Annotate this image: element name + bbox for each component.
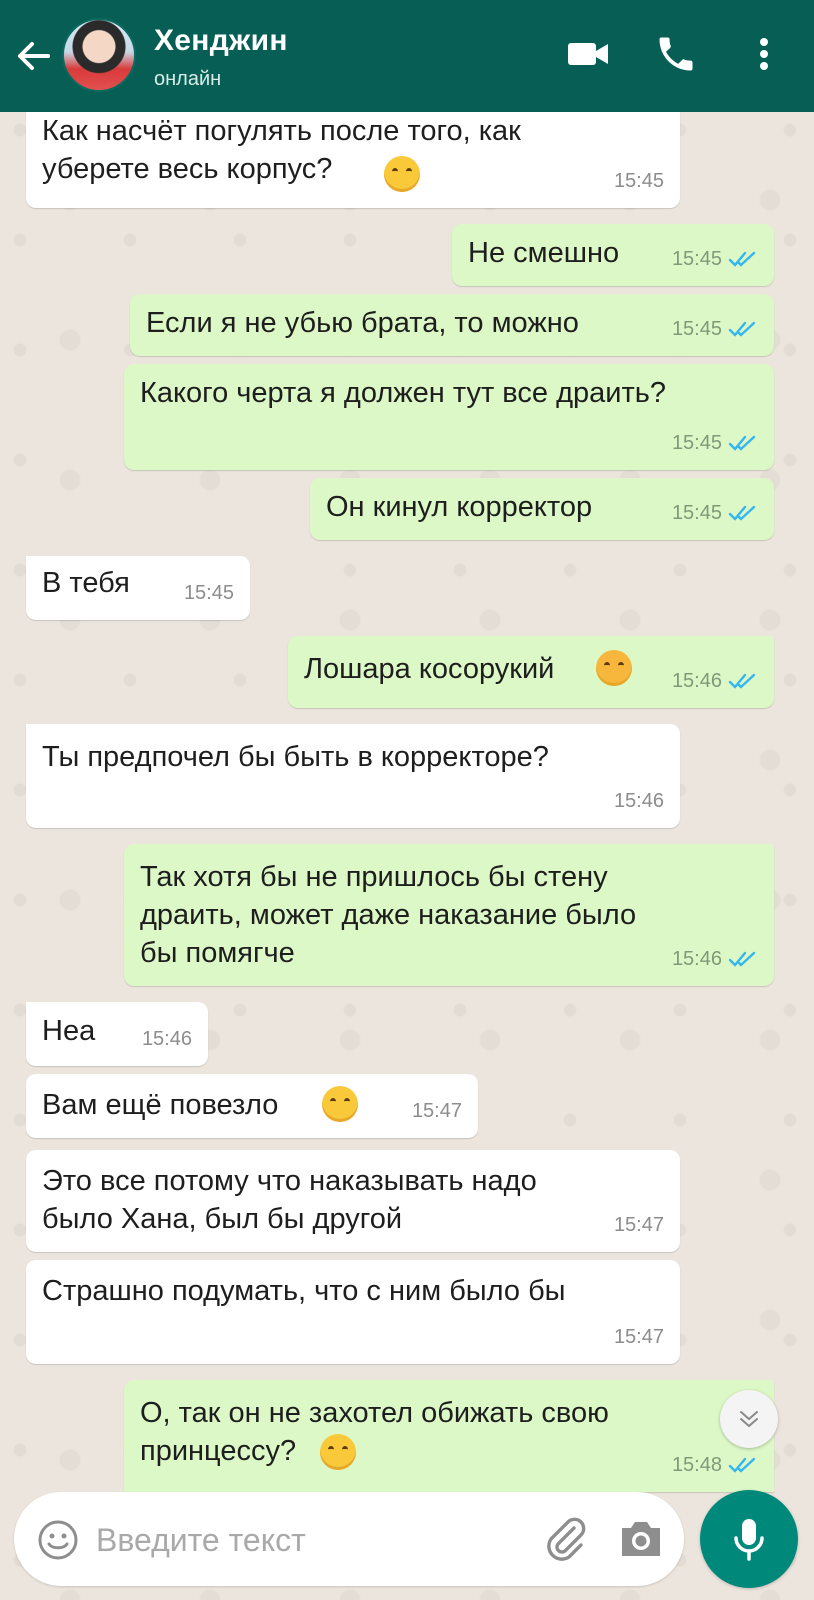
message-text: Если я не убью брата, то можно	[146, 307, 579, 339]
message-time: 15:46	[672, 940, 758, 978]
message-time: 15:47	[613, 1214, 664, 1236]
double-check-icon	[728, 251, 756, 267]
message-outgoing[interactable]: Не смешно 15:45	[452, 224, 774, 286]
message-text: Это все потому что наказывать надо было …	[42, 1165, 537, 1235]
chevron-down-icon	[740, 1411, 758, 1428]
message-input[interactable]	[94, 1516, 518, 1564]
message-incoming[interactable]: Неа 15:46	[26, 1002, 208, 1066]
video-call-icon[interactable]	[566, 32, 610, 76]
message-time: 15:45	[672, 494, 758, 532]
message-text: Вам ещё повезло	[42, 1089, 287, 1121]
message-outgoing[interactable]: Если я не убью брата, то можно 15:45	[130, 294, 774, 356]
message-incoming[interactable]: Это все потому что наказывать надо было …	[26, 1150, 680, 1252]
double-check-icon	[728, 951, 756, 967]
message-time: 15:45	[672, 240, 758, 278]
message-composer	[14, 1492, 684, 1586]
message-incoming[interactable]: Как насчёт погулять после того, как убер…	[26, 104, 680, 208]
message-time: 15:47	[411, 1100, 462, 1122]
message-incoming[interactable]: Вам ещё повезло 15:47	[26, 1074, 478, 1138]
back-arrow-icon[interactable]	[14, 34, 54, 78]
relieved-emoji-icon	[320, 1434, 356, 1470]
camera-icon[interactable]	[618, 1518, 664, 1560]
joy-emoji-icon	[384, 156, 420, 192]
double-check-icon	[728, 321, 756, 337]
message-incoming[interactable]: Страшно подумать, что с ним было бы 15:4…	[26, 1260, 680, 1364]
message-outgoing[interactable]: Так хотя бы не пришлось бы стену драить,…	[124, 844, 774, 986]
triumph-emoji-icon	[596, 650, 632, 686]
smiley-icon[interactable]	[36, 1518, 80, 1562]
message-time: 15:46	[141, 1028, 192, 1050]
message-time: 15:46	[672, 662, 758, 700]
message-text: Страшно подумать, что с ним было бы	[42, 1275, 566, 1307]
message-outgoing[interactable]: Он кинул корректор 15:45	[310, 478, 774, 540]
message-outgoing[interactable]: О, так он не захотел обижать свою принце…	[124, 1380, 774, 1492]
message-outgoing[interactable]: Какого черта я должен тут все драить? 15…	[124, 364, 774, 470]
double-check-icon	[728, 505, 756, 521]
double-check-icon	[728, 1457, 756, 1473]
message-time: 15:48	[672, 1446, 758, 1484]
message-text: Ты предпочел бы быть в корректоре?	[42, 741, 549, 773]
contact-status: онлайн	[154, 68, 222, 90]
message-incoming[interactable]: В тебя 15:45	[26, 556, 250, 620]
chat-header: Хенджин онлайн	[0, 0, 814, 112]
more-vert-icon[interactable]	[752, 32, 776, 76]
message-text: О, так он не захотел обижать свою принце…	[140, 1397, 609, 1467]
double-check-icon	[728, 435, 756, 451]
message-time: 15:45	[672, 424, 758, 462]
contact-name[interactable]: Хенджин	[154, 24, 288, 58]
mic-button[interactable]	[700, 1490, 798, 1588]
message-outgoing[interactable]: Лошара косорукий 15:46	[288, 636, 774, 708]
message-time: 15:45	[672, 310, 758, 348]
phone-icon[interactable]	[654, 32, 698, 76]
joy-emoji-icon	[322, 1086, 358, 1122]
message-time: 15:45	[613, 170, 664, 192]
scroll-to-bottom-button[interactable]	[720, 1390, 778, 1448]
mic-icon	[734, 1519, 764, 1561]
message-text: Какого черта я должен тут все драить?	[140, 377, 666, 409]
paperclip-icon[interactable]	[540, 1514, 590, 1564]
message-text: Так хотя бы не пришлось бы стену драить,…	[140, 861, 637, 969]
message-time: 15:47	[613, 1326, 664, 1348]
message-text: Как насчёт погулять после того, как убер…	[42, 115, 521, 185]
avatar[interactable]	[62, 18, 136, 92]
message-time: 15:45	[183, 582, 234, 604]
double-check-icon	[728, 673, 756, 689]
message-incoming[interactable]: Ты предпочел бы быть в корректоре? 15:46	[26, 724, 680, 828]
message-time: 15:46	[613, 790, 664, 812]
